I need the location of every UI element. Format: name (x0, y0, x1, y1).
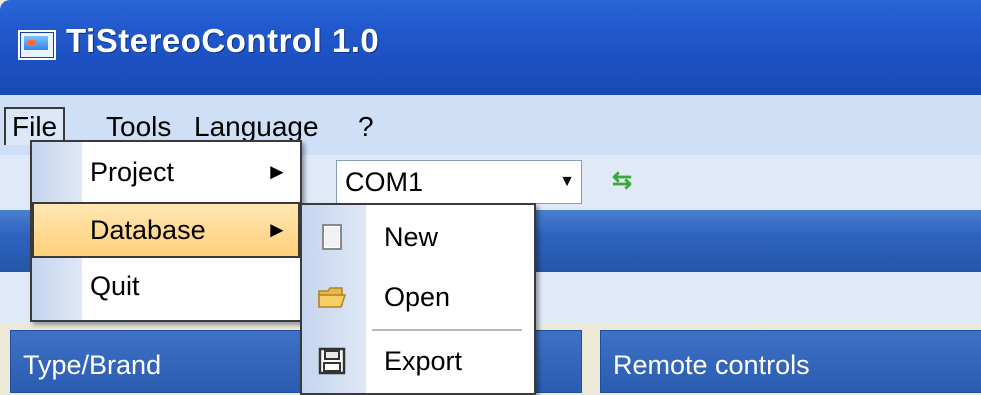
app-icon (18, 30, 56, 60)
file-menu-item-database[interactable]: Database ► (32, 202, 300, 258)
folder-icon (318, 287, 347, 308)
title-bar: TiStereoControl 1.0 (0, 0, 981, 95)
file-menu-item-label: Database (90, 215, 206, 245)
menu-help[interactable]: ? (352, 109, 380, 145)
file-menu-item-project[interactable]: Project ► (34, 146, 296, 198)
database-submenu: New Open Export (300, 203, 536, 395)
save-disk-icon (318, 347, 346, 375)
submenu-item-open[interactable]: Open (302, 267, 530, 327)
port-select[interactable]: COM1 ▼ (336, 160, 582, 204)
refresh-icon[interactable]: ⇆ (612, 166, 632, 195)
chevron-down-icon[interactable]: ▼ (559, 173, 575, 191)
submenu-arrow-icon: ► (266, 217, 288, 242)
submenu-item-label: Export (384, 346, 463, 376)
submenu-item-export[interactable]: Export (302, 331, 530, 391)
submenu-item-label: Open (384, 282, 451, 312)
port-select-value: COM1 (345, 167, 424, 197)
file-menu-item-label: Quit (90, 271, 140, 301)
submenu-arrow-icon: ► (266, 159, 288, 184)
new-file-icon (322, 224, 342, 250)
submenu-item-label: New (384, 222, 439, 252)
file-menu-dropdown: Project ► Database ► Quit (30, 140, 302, 322)
file-menu-item-quit[interactable]: Quit (34, 260, 296, 312)
file-menu-item-label: Project (90, 157, 175, 187)
panel-title-remote-controls: Remote controls (613, 350, 810, 380)
remote-controls-panel: Remote controls (600, 330, 981, 393)
window-title: TiStereoControl 1.0 (66, 22, 380, 59)
submenu-item-new[interactable]: New (302, 207, 530, 267)
panel-title-type-brand: Type/Brand (23, 350, 162, 380)
